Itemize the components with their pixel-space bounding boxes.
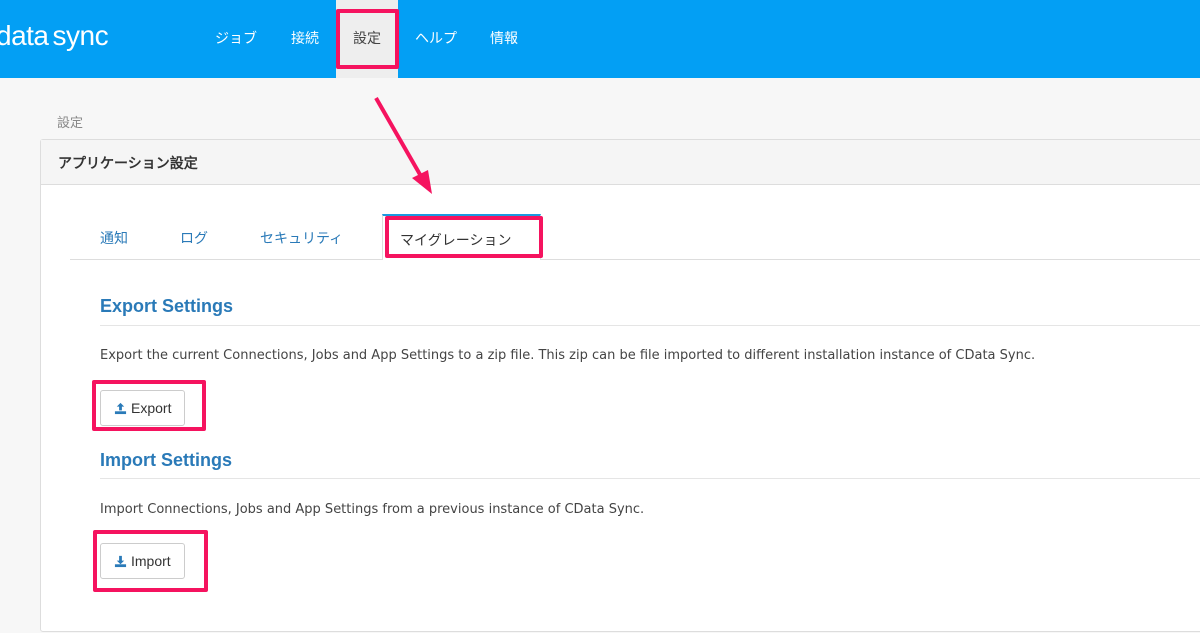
annotation-arrow-icon xyxy=(374,97,432,194)
